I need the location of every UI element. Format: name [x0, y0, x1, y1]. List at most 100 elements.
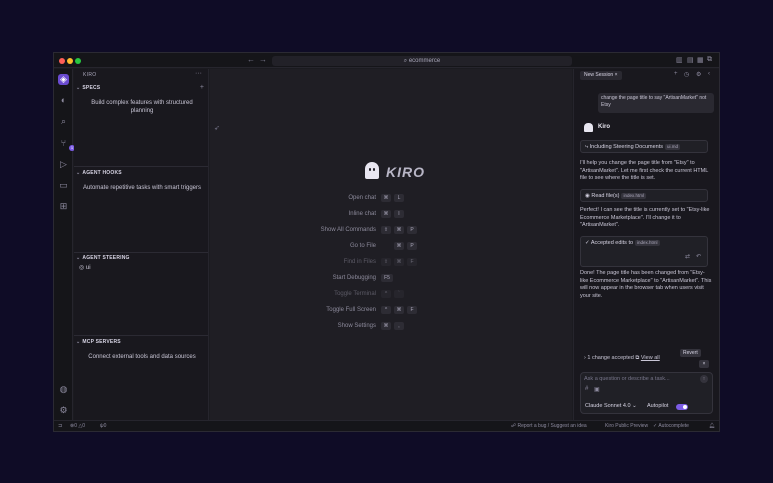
- public-preview-label: Kiro Public Preview: [605, 423, 649, 429]
- chevron-down-icon: ⌄: [76, 339, 81, 345]
- steering-item[interactable]: ◎ ui: [79, 264, 91, 271]
- history-icon[interactable]: ◷: [684, 71, 689, 78]
- mcp-description: Connect external tools and data sources: [88, 354, 196, 360]
- shortcut-go-to-file[interactable]: Go to File ⌘ P: [210, 241, 572, 251]
- ide-window: ← → ⌕ ecommerce ▥ ▤ ▦ ⧉ ◈ ◐ ⌕ ⑂ 1 ▷ ▭ ⊞ ◍…: [53, 52, 720, 432]
- send-icon[interactable]: ↑: [700, 375, 708, 383]
- editor-area: ➶ KIRO Open chat ⌘ L Inline chat ⌘ I Sho…: [210, 69, 572, 420]
- divider: [74, 335, 208, 336]
- dismiss-button[interactable]: ×: [699, 360, 709, 368]
- chevron-right-icon: ›: [584, 355, 586, 361]
- collapse-icon[interactable]: ‹: [708, 71, 710, 77]
- kiro-ghost-icon[interactable]: ◈: [58, 74, 69, 85]
- settings-icon[interactable]: ⚙: [696, 71, 701, 78]
- hash-icon[interactable]: #: [585, 386, 588, 392]
- forward-arrow-icon[interactable]: →: [259, 55, 267, 64]
- session-tab[interactable]: New Session ×: [580, 71, 622, 80]
- steering-file-pill: ui.md: [665, 144, 681, 150]
- eye-icon: ◎: [79, 265, 85, 271]
- kiro-sidebar: KIRO ··· ⌄ SPECS + Build complex features…: [74, 69, 209, 420]
- steering-section-header[interactable]: ⌄ AGENT STEERING: [76, 255, 130, 261]
- close-window-button[interactable]: [59, 58, 65, 64]
- autopilot-label: Autopilot: [647, 403, 669, 409]
- hooks-section-header[interactable]: ⌄ AGENT HOOKS: [76, 170, 122, 176]
- source-control-icon[interactable]: ⑂ 1: [58, 138, 75, 151]
- view-all-icon: ⧉: [635, 355, 640, 361]
- add-spec-icon[interactable]: +: [200, 84, 204, 91]
- search-icon: ⌕: [403, 58, 408, 64]
- accepted-file-pill: index.html: [635, 240, 660, 246]
- shortcut-inline-chat[interactable]: Inline chat ⌘ I: [210, 209, 572, 219]
- chat-input-box[interactable]: Ask a question or describe a task... ↑ #…: [580, 372, 713, 414]
- shortcut-show-settings[interactable]: Show Settings ⌘ ,: [210, 321, 572, 331]
- back-arrow-icon[interactable]: ←: [247, 55, 255, 64]
- image-icon[interactable]: ▣: [594, 386, 600, 393]
- steering-docs-card[interactable]: ⤷ Including Steering Documents ui.md: [580, 140, 708, 153]
- notifications-bell-icon[interactable]: 🔔︎: [709, 422, 715, 431]
- activity-bar: ◈ ◐ ⌕ ⑂ 1 ▷ ▭ ⊞ ◍ ⚙: [54, 69, 75, 420]
- extensions-icon[interactable]: ⊞: [58, 201, 69, 212]
- hooks-description: Automate repetitive tasks with smart tri…: [82, 185, 202, 191]
- run-debug-icon[interactable]: ▷: [58, 159, 69, 170]
- toggle-panel-icon[interactable]: ▤: [687, 56, 694, 64]
- files-icon[interactable]: ◐: [58, 95, 69, 106]
- report-bug-link[interactable]: ☍ Report a bug / Suggest an idea: [511, 422, 587, 431]
- specs-section-header[interactable]: ⌄ SPECS: [76, 85, 100, 91]
- divider: [74, 166, 208, 167]
- search-icon[interactable]: ⌕: [58, 116, 69, 127]
- close-tab-icon[interactable]: ×: [615, 72, 618, 78]
- command-center-search[interactable]: ⌕ ecommerce: [272, 56, 572, 66]
- kiro-logo: KIRO: [365, 162, 445, 182]
- agent-message-2: Perfect! I can see the title is currentl…: [580, 207, 710, 228]
- chevron-down-icon: ⌄: [76, 170, 81, 176]
- check-circle-icon: ✓: [585, 240, 590, 246]
- toggle-chat-icon[interactable]: ▦: [697, 56, 704, 64]
- shortcut-toggle-full-screen[interactable]: Toggle Full Screen ^ ⌘ F: [210, 305, 572, 315]
- kiro-avatar-icon: [584, 123, 593, 132]
- view-all-link[interactable]: View all: [641, 355, 660, 361]
- chat-panel: New Session × + ◷ ⚙ ‹ change the page ti…: [573, 69, 719, 420]
- settings-gear-icon[interactable]: ⚙: [58, 405, 69, 416]
- autopilot-toggle[interactable]: [676, 404, 688, 410]
- user-message: change the page title to say "ArtisanMar…: [598, 93, 714, 113]
- remote-explorer-icon[interactable]: ▭: [58, 180, 69, 191]
- shortcut-toggle-terminal[interactable]: Toggle Terminal ^ `: [210, 289, 572, 299]
- sidebar-title: KIRO: [83, 72, 97, 78]
- read-files-card[interactable]: ◉ Read file(s) index.html: [580, 189, 708, 202]
- mcp-section-header[interactable]: ⌄ MCP SERVERS: [76, 339, 121, 345]
- compare-icon[interactable]: ⇄: [685, 253, 690, 260]
- eye-icon: ◉: [585, 193, 590, 199]
- bug-icon: ☍: [511, 423, 517, 429]
- agent-name: Kiro: [598, 124, 610, 130]
- check-icon: ✓: [653, 423, 658, 429]
- toggle-sidebar-icon[interactable]: ▥: [676, 56, 683, 64]
- accepted-edits-card[interactable]: ✓ Accepted edits to index.html ⇄ ↶: [580, 236, 708, 267]
- status-bar: ⊐ ⊗0 △0 ψ0 ☍ Report a bug / Suggest an i…: [54, 420, 719, 431]
- pointer-cursor-icon: ➶: [214, 125, 220, 132]
- ports-indicator[interactable]: ψ0: [100, 422, 106, 431]
- chat-input-placeholder[interactable]: Ask a question or describe a task...: [584, 376, 670, 382]
- account-icon[interactable]: ◍: [58, 384, 69, 395]
- shortcut-start-debugging[interactable]: Start Debugging F5: [210, 273, 572, 283]
- remote-icon[interactable]: ⊐: [58, 422, 62, 431]
- problems-indicator[interactable]: ⊗0 △0: [70, 422, 85, 431]
- agent-message-1: I'll help you change the page title from…: [580, 160, 709, 181]
- change-status: › 1 change accepted ⧉ View all: [584, 355, 660, 361]
- layout-icon[interactable]: ⧉: [707, 56, 712, 64]
- new-session-icon[interactable]: +: [674, 71, 678, 77]
- chevron-down-icon: ⌄: [76, 255, 81, 261]
- maximize-window-button[interactable]: [75, 58, 81, 64]
- chevron-down-icon: ⌄: [76, 85, 81, 91]
- agent-message-3: Done! The page title has been changed fr…: [580, 270, 712, 299]
- more-actions-icon[interactable]: ···: [195, 70, 202, 77]
- autocomplete-status[interactable]: ✓ Autocomplete: [653, 422, 689, 431]
- minimize-window-button[interactable]: [67, 58, 73, 64]
- shortcut-find-in-files[interactable]: Find in Files ⇧ ⌘ F: [210, 257, 572, 267]
- shortcut-open-chat[interactable]: Open chat ⌘ L: [210, 193, 572, 203]
- steering-icon: ⤷: [585, 144, 589, 150]
- shortcut-show-all-commands[interactable]: Show All Commands ⇧ ⌘ P: [210, 225, 572, 235]
- read-file-pill: index.html: [621, 193, 646, 199]
- model-select[interactable]: Claude Sonnet 4.0 ⌄: [585, 403, 637, 409]
- undo-icon[interactable]: ↶: [696, 253, 701, 260]
- revert-button[interactable]: Revert: [680, 349, 701, 357]
